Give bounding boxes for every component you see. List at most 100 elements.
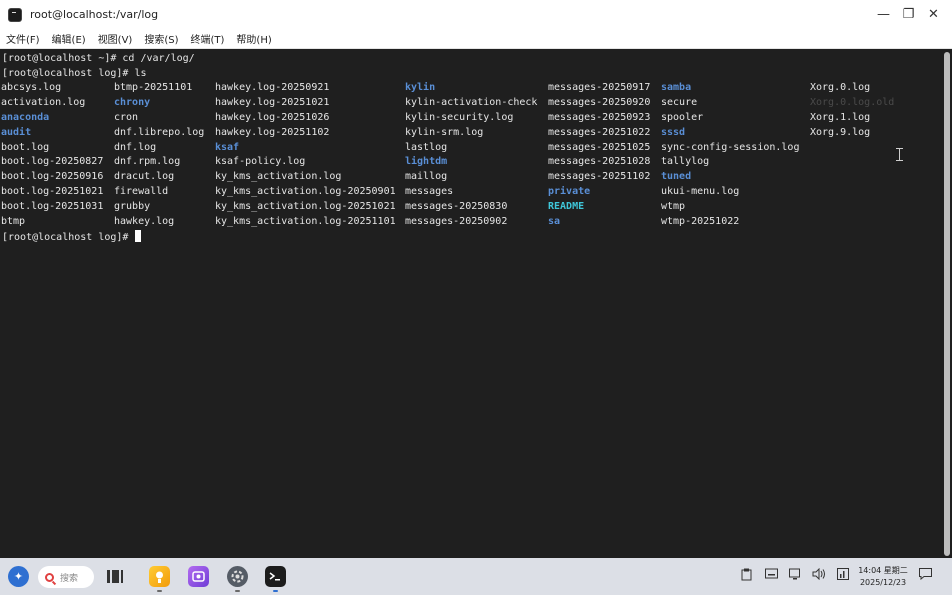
ls-file-entry: messages-20251028: [548, 156, 651, 168]
ls-file-entry: messages-20251022: [548, 126, 651, 138]
menu-file[interactable]: 文件(F): [6, 31, 40, 46]
menu-view[interactable]: 视图(V): [98, 31, 133, 46]
ls-column: abcsys.log activation.log anaconda audit boo…: [1, 81, 103, 230]
ls-file-entry: secure: [661, 96, 698, 108]
ls-file-entry: boot.log-20251021: [1, 186, 104, 198]
ls-file-entry: Xorg.1.log: [810, 111, 871, 123]
ls-file-entry: ky_kms_activation.log: [215, 171, 342, 183]
terminal-icon[interactable]: [265, 566, 286, 587]
ls-directory-entry: sa: [548, 216, 561, 228]
ls-column: hawkey.log-20250921 hawkey.log-20251021 ha…: [215, 81, 396, 230]
ls-file-entry: dnf.rpm.log: [114, 156, 181, 168]
ls-directory-entry: chrony: [114, 96, 151, 108]
ls-file-entry: ukui-menu.log: [661, 186, 740, 198]
clock-time: 14:04 星期二: [858, 566, 908, 575]
close-button[interactable]: ✕: [921, 0, 946, 29]
minimize-button[interactable]: —: [871, 0, 896, 29]
ls-column: kylin kylin-activation-check kylin-securit…: [405, 81, 537, 230]
clock-date: 2025/12/23: [859, 578, 907, 587]
display-icon[interactable]: [789, 568, 802, 583]
clipboard-icon[interactable]: [741, 568, 752, 584]
terminal-area[interactable]: [root@localhost ~]# cd /var/log/ [root@l…: [0, 50, 942, 558]
ls-file-entry: grubby: [114, 201, 151, 213]
window-controls: — ❐ ✕: [871, 0, 946, 29]
clock[interactable]: 14:04 星期二 2025/12/23: [852, 565, 914, 589]
ls-directory-entry: audit: [1, 126, 32, 138]
settings-icon[interactable]: [227, 566, 248, 587]
app-store-icon[interactable]: [188, 566, 209, 587]
terminal-line-ls: [root@localhost log]# ls: [2, 68, 147, 79]
ls-file-entry: Xorg.0.log.old: [810, 96, 895, 108]
file-manager-icon[interactable]: [149, 566, 170, 587]
ls-file-entry: messages-20250830: [405, 201, 508, 213]
text-cursor: [135, 230, 142, 242]
ls-file-entry: btmp: [1, 216, 26, 228]
prompt-text: [root@localhost log]#: [2, 232, 135, 243]
ls-file-entry: boot.log-20251031: [1, 201, 104, 213]
ls-file-entry: dracut.log: [114, 171, 175, 183]
ls-directory-entry: tuned: [661, 171, 692, 183]
window-title: root@localhost:/var/log: [30, 8, 159, 21]
scrollbar-thumb[interactable]: [944, 52, 950, 556]
ls-file-entry: wtmp-20251022: [661, 216, 740, 228]
ls-file-entry: boot.log: [1, 141, 50, 153]
ls-column: messages-20250917 messages-20250920 messag…: [548, 81, 650, 230]
ls-directory-entry: sssd: [661, 126, 686, 138]
menu-help[interactable]: 帮助(H): [236, 31, 271, 46]
terminal-active-indicator: [273, 590, 278, 592]
ls-file-entry: README: [548, 201, 585, 213]
menu-edit[interactable]: 编辑(E): [52, 31, 86, 46]
taskbar-search[interactable]: 搜索: [38, 566, 94, 588]
ls-file-entry: messages-20251025: [548, 141, 651, 153]
kylin-start-icon[interactable]: ✦: [8, 566, 29, 587]
ls-file-entry: btmp-20251101: [114, 82, 193, 93]
ls-file-entry: sync-config-session.log: [661, 141, 800, 153]
ls-directory-entry: private: [548, 186, 591, 198]
notification-icon[interactable]: [919, 568, 932, 583]
ls-file-entry: hawkey.log-20251102: [215, 126, 330, 138]
menu-bar: 文件(F) 编辑(E) 视图(V) 搜索(S) 终端(T) 帮助(H): [0, 29, 952, 49]
ls-directory-entry: anaconda: [1, 111, 50, 123]
multitask-view-icon[interactable]: [104, 566, 125, 587]
ls-file-entry: tallylog: [661, 156, 710, 168]
ls-file-entry: Xorg.9.log: [810, 126, 871, 138]
taskbar: ✦ 搜索 14:04 星期二 2025/12/23: [0, 558, 952, 595]
keyboard-icon[interactable]: [765, 568, 778, 582]
ls-file-entry: abcsys.log: [1, 82, 62, 93]
network-icon[interactable]: [837, 568, 849, 583]
ls-column: samba secure spooler sssd sync-config-sessio…: [661, 81, 799, 230]
ls-file-entry: kylin-srm.log: [405, 126, 484, 138]
ls-file-entry: Xorg.0.log: [810, 82, 871, 93]
ls-file-entry: maillog: [405, 171, 448, 183]
ls-column: btmp-20251101 chrony cron dnf.librepo.log dn…: [114, 81, 204, 230]
ls-file-entry: activation.log: [1, 96, 86, 108]
terminal-app-icon: [8, 7, 22, 22]
ls-file-entry: ky_kms_activation.log-20251021: [215, 201, 396, 213]
ls-file-entry: messages-20250902: [405, 216, 508, 228]
ls-file-entry: lastlog: [405, 141, 448, 153]
ls-file-entry: ksaf-policy.log: [215, 156, 306, 168]
ls-file-entry: messages-20251102: [548, 171, 651, 183]
ls-directory-entry: kylin: [405, 82, 436, 93]
settings-indicator: [235, 590, 240, 592]
ls-file-entry: boot.log-20250827: [1, 156, 104, 168]
ls-file-entry: messages-20250920: [548, 96, 651, 108]
ls-file-entry: dnf.librepo.log: [114, 126, 205, 138]
restore-button[interactable]: ❐: [896, 0, 921, 29]
terminal-scrollbar[interactable]: [942, 50, 952, 558]
ls-file-entry: hawkey.log-20251026: [215, 111, 330, 123]
menu-search[interactable]: 搜索(S): [144, 31, 178, 46]
volume-icon[interactable]: [812, 567, 826, 583]
ls-file-entry: dnf.log: [114, 141, 157, 153]
search-icon: [45, 572, 54, 582]
title-bar: root@localhost:/var/log — ❐ ✕: [0, 0, 952, 29]
ls-file-entry: boot.log-20250916: [1, 171, 104, 183]
ibeam-cursor-icon: [896, 148, 907, 161]
ls-file-entry: ky_kms_activation.log-20250901: [215, 186, 396, 198]
ls-file-entry: hawkey.log-20250921: [215, 82, 330, 93]
menu-terminal[interactable]: 终端(T): [191, 31, 225, 46]
ls-file-entry: kylin-security.log: [405, 111, 514, 123]
file-manager-indicator: [157, 590, 162, 592]
ls-file-entry: messages: [405, 186, 454, 198]
ls-file-entry: hawkey.log-20251021: [215, 96, 330, 108]
